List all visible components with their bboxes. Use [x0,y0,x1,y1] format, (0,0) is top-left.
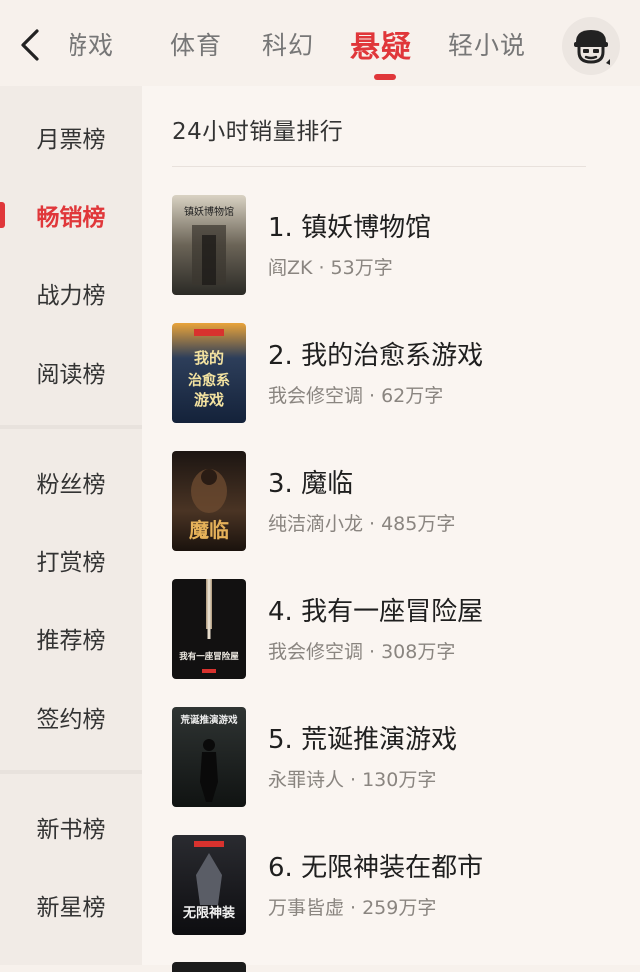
book-meta: 纯洁滴小龙 · 485万字 [268,513,456,535]
tab-light-novel[interactable]: 轻小说 [448,26,526,62]
book-meta: 我会修空调 · 308万字 [268,641,456,663]
avatar-icon [574,30,610,65]
book-cover: 无限神装 [172,835,246,935]
category-tabs: 游戏 体育 科幻 悬疑 轻小说 [70,0,540,86]
book-author: 永罪诗人 [268,769,345,791]
svg-text:荒诞推演游戏: 荒诞推演游戏 [179,714,238,726]
book-cover-partial [172,962,246,972]
chevron-left-icon [21,29,39,61]
book-author: 我会修空调 [268,641,364,663]
book-title: 4. 我有一座冒险屋 [268,597,484,627]
ranking-list-panel: 24小时销量排行 镇妖博物馆 1. 镇妖博物馆 阎ZK · 53万字 我的 治愈系 … [142,86,640,972]
book-word-count: 53万字 [330,257,393,279]
book-meta: 阎ZK · 53万字 [268,257,393,279]
book-author: 纯洁滴小龙 [268,513,364,535]
book-title: 1. 镇妖博物馆 [268,213,432,243]
sidebar-item-new-stars[interactable]: 新星榜 [0,875,142,935]
sidebar-item-monthly-ticket[interactable]: 月票榜 [0,107,142,167]
book-item[interactable]: 我有一座冒险屋 4. 我有一座冒险屋 我会修空调 · 308万字 [172,579,612,679]
book-cover: 魔临 [172,451,246,551]
ranking-sidebar: 月票榜 畅销榜 战力榜 阅读榜 粉丝榜 打赏榜 推荐榜 签约榜 新书榜 新星榜 [0,86,142,965]
tab-mystery[interactable]: 悬疑 [350,22,412,66]
book-item[interactable]: 我的 治愈系 游戏 2. 我的治愈系游戏 我会修空调 · 62万字 [172,323,612,423]
book-title: 2. 我的治愈系游戏 [268,341,484,371]
svg-text:游戏: 游戏 [194,391,224,409]
book-author: 万事皆虚 [268,897,345,919]
book-word-count: 130万字 [362,769,437,791]
sidebar-item-new-books[interactable]: 新书榜 [0,797,142,857]
book-meta: 永罪诗人 · 130万字 [268,769,437,791]
section-title: 24小时销量排行 [172,119,344,145]
sidebar-item-fans[interactable]: 粉丝榜 [0,452,142,512]
svg-text:治愈系: 治愈系 [188,372,230,389]
profile-button[interactable] [562,17,620,75]
book-cover: 荒诞推演游戏 [172,707,246,807]
book-title: 6. 无限神装在都市 [268,853,484,883]
book-word-count: 62万字 [381,385,444,407]
svg-text:魔临: 魔临 [189,518,229,542]
book-word-count: 259万字 [362,897,437,919]
book-title: 5. 荒诞推演游戏 [268,725,458,755]
sidebar-item-tips[interactable]: 打赏榜 [0,530,142,590]
sidebar-divider [0,770,142,774]
svg-text:镇妖博物馆: 镇妖博物馆 [184,205,234,218]
sidebar-divider [0,425,142,429]
book-item[interactable]: 魔临 3. 魔临 纯洁滴小龙 · 485万字 [172,451,612,551]
sidebar-item-reading[interactable]: 阅读榜 [0,342,142,402]
book-item[interactable]: 无限神装 6. 无限神装在都市 万事皆虚 · 259万字 [172,835,612,935]
sidebar-item-recommend[interactable]: 推荐榜 [0,608,142,668]
section-divider [172,166,586,167]
sidebar-item-signed[interactable]: 签约榜 [0,687,142,747]
book-cover: 我的 治愈系 游戏 [172,323,246,423]
top-tab-bar: 游戏 体育 科幻 悬疑 轻小说 [0,0,640,86]
tab-scifi[interactable]: 科幻 [262,26,314,62]
sidebar-item-bestseller[interactable]: 畅销榜 [0,185,142,245]
book-cover: 我有一座冒险屋 [172,579,246,679]
sidebar-item-power[interactable]: 战力榜 [0,263,142,323]
tab-game[interactable]: 游戏 [70,26,114,62]
tab-sports[interactable]: 体育 [170,26,222,62]
book-word-count: 308万字 [381,641,456,663]
book-cover: 镇妖博物馆 [172,195,246,295]
book-item[interactable]: 荒诞推演游戏 5. 荒诞推演游戏 永罪诗人 · 130万字 [172,707,612,807]
svg-text:无限神装: 无限神装 [182,905,235,921]
svg-text:我的: 我的 [194,349,224,367]
book-item[interactable]: 镇妖博物馆 1. 镇妖博物馆 阎ZK · 53万字 [172,195,612,295]
book-meta: 万事皆虚 · 259万字 [268,897,437,919]
active-tab-indicator [374,74,396,80]
book-title: 3. 魔临 [268,469,354,499]
book-meta: 我会修空调 · 62万字 [268,385,444,407]
svg-text:我有一座冒险屋: 我有一座冒险屋 [179,651,239,662]
back-button[interactable] [10,22,50,68]
book-author: 我会修空调 [268,385,364,407]
book-word-count: 485万字 [381,513,456,535]
book-author: 阎ZK [268,257,313,279]
